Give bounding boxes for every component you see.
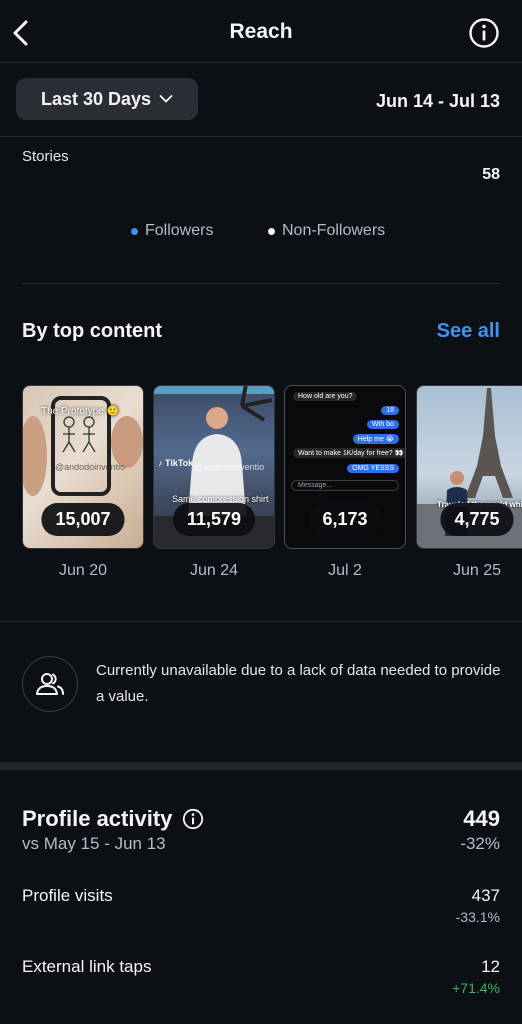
chat-bubble: Help me 😭 [352,434,399,444]
profile-visits-label: Profile visits [22,886,113,905]
external-link-taps-value: 12 [481,957,500,976]
date-range-text: Jun 14 - Jul 13 [375,91,500,111]
legend-non-followers-label: Non-Followers [282,222,386,239]
external-link-taps-label: External link taps [22,957,152,976]
unavailable-notice: Currently unavailable due to a lack of d… [96,662,501,705]
chat-bubble: OMG YESSS [347,464,399,473]
stories-value: 58 [482,166,500,183]
comparison-period: vs May 15 - Jun 13 [22,834,166,853]
reach-count-badge: 15,007 [41,503,125,536]
legend-followers: Followers [131,222,213,240]
followers-dot [131,227,138,235]
divider [0,136,522,137]
stories-label: Stories [22,148,69,165]
thumbnail-watermark: @andodoinventio [194,462,265,472]
section-divider [0,762,522,770]
reach-count-badge: 4,775 [440,503,514,536]
people-icon [36,673,64,695]
content-thumbnail[interactable]: ♪ TikTok @andodoinventio Same compressio… [153,385,275,549]
legend-followers-label: Followers [145,222,214,239]
profile-activity-value: 449 [463,806,500,831]
date-range-dropdown[interactable]: Last 30 Days [16,78,198,120]
content-date: Jun 24 [189,562,239,579]
thumbnail-watermark: @andodoinventio [55,462,126,472]
chat-bubble: 18 [381,406,399,415]
external-link-taps-change: +71.4% [452,980,500,996]
profile-visits-value: 437 [471,886,500,905]
top-content-title: By top content [22,320,162,342]
content-thumbnail[interactable]: Traveled the world while my 4,775 [416,385,522,549]
content-thumbnail[interactable]: How old are you? 18 Wth bo Help me 😭 Wan… [284,385,406,549]
content-date: Jul 2 [328,562,362,579]
reach-count-badge: 6,173 [308,503,382,536]
tiktok-watermark-icon: ♪ TikTok [158,458,194,468]
info-icon[interactable] [468,17,500,49]
thumbnail-caption: The Prototype 🙂 [41,406,120,417]
legend-non-followers: Non-Followers [268,222,385,240]
divider [0,621,522,622]
divider [0,62,522,63]
see-all-link[interactable]: See all [437,320,500,343]
profile-activity-title: Profile activity [22,806,173,831]
date-range-dropdown-label: Last 30 Days [40,88,152,109]
content-date: Jun 25 [452,562,502,579]
page-title: Reach [229,20,293,43]
info-icon[interactable] [182,808,204,830]
content-thumbnail[interactable]: The Prototype 🙂 @andodoinventio 15,007 [22,385,144,549]
chat-bubble: How old are you? [293,392,358,401]
people-icon-container [22,656,78,712]
top-bar: Reach [0,0,522,66]
divider [22,283,500,284]
profile-visits-change: -33.1% [455,909,500,925]
non-followers-dot [268,227,275,235]
reach-count-badge: 11,579 [172,503,256,536]
profile-activity-change: -32% [460,834,500,853]
content-date: Jun 20 [58,562,108,579]
chat-bubble: Want to make 1K/day for free? 👀 [293,448,405,458]
chevron-down-icon [159,95,173,103]
profile-activity-header: Profile activity [22,806,204,832]
message-input: Message... [291,480,399,491]
chat-bubble: Wth bo [366,420,399,429]
